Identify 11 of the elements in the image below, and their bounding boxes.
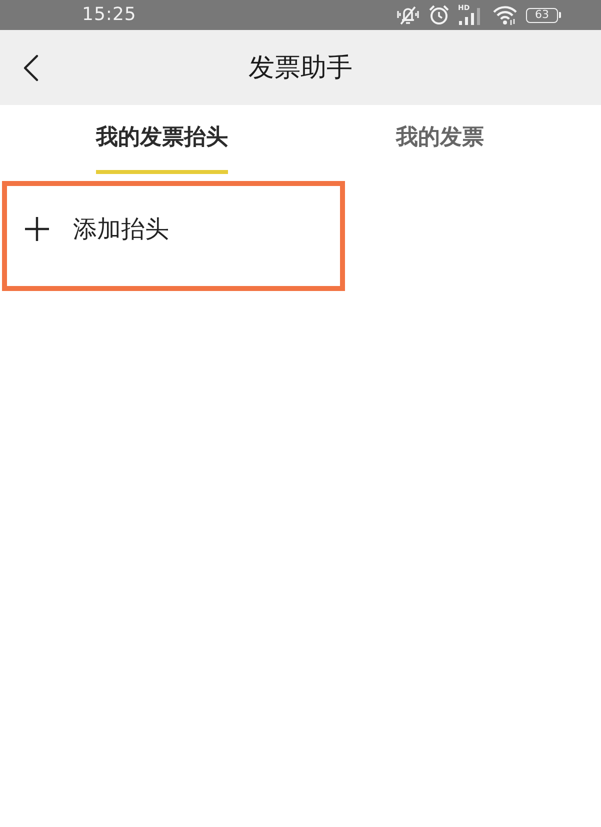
tab[interactable]: 我的发票抬头 <box>96 105 228 174</box>
battery-percent: 63 <box>535 9 549 21</box>
mute-vibrate-icon <box>396 4 420 26</box>
page-title: 发票助手 <box>248 52 352 84</box>
add-header-button[interactable]: 添加抬头 <box>2 181 345 291</box>
back-icon[interactable] <box>22 54 40 82</box>
status-time: 15:25 <box>82 4 136 26</box>
tab[interactable]: 我的发票 <box>396 105 484 174</box>
plus-icon <box>25 217 49 241</box>
wifi-icon <box>492 4 518 26</box>
alarm-clock-icon <box>428 4 450 26</box>
